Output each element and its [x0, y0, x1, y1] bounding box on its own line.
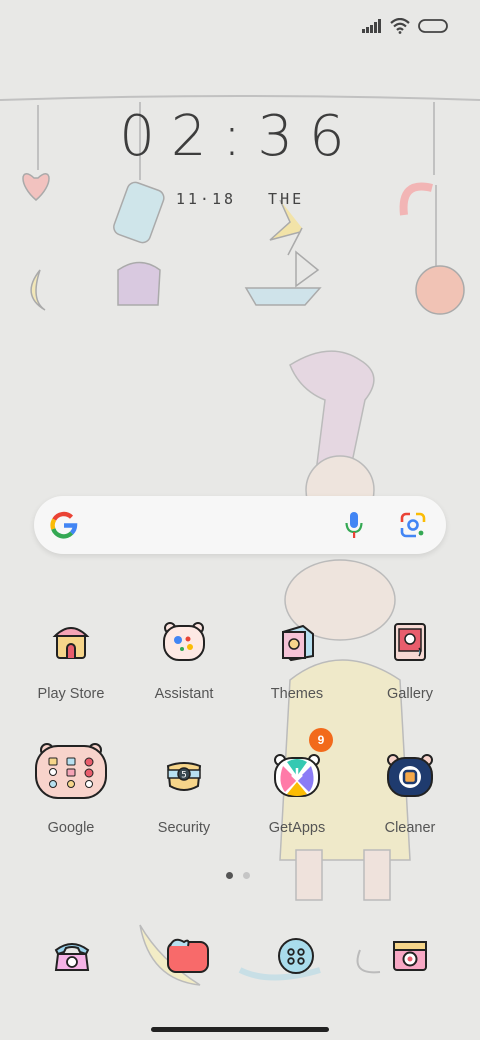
app-drawer-icon — [278, 938, 314, 974]
app-label: Google — [47, 820, 95, 836]
gallery-icon — [386, 618, 434, 666]
app-themes[interactable]: Themes — [241, 618, 353, 702]
date-display[interactable]: 11·18 THE — [0, 190, 480, 208]
camera-icon — [393, 941, 427, 971]
app-label: Security — [157, 820, 211, 836]
microphone-icon[interactable] — [344, 511, 364, 539]
dock-camera[interactable] — [382, 928, 438, 984]
page-dot-1[interactable] — [226, 872, 233, 879]
clock-time[interactable]: 02:36 — [0, 104, 480, 169]
battery-icon — [418, 19, 448, 33]
notification-badge: 9 — [309, 728, 333, 752]
messages-icon — [167, 938, 209, 973]
google-folder-icon — [35, 743, 107, 800]
app-assistant[interactable]: Assistant — [128, 618, 240, 702]
app-label: Cleaner — [384, 820, 436, 836]
app-cleaner[interactable]: Cleaner — [354, 752, 466, 836]
page-dot-2[interactable] — [243, 872, 250, 879]
lens-icon[interactable] — [400, 512, 426, 538]
dock-phone[interactable] — [44, 928, 100, 984]
play-store-icon — [47, 618, 95, 666]
app-label: GetApps — [268, 820, 326, 836]
app-google-folder[interactable]: Google — [15, 743, 127, 836]
status-bar — [362, 14, 450, 38]
assistant-icon — [160, 618, 208, 666]
home-gesture-bar[interactable] — [151, 1027, 329, 1032]
security-icon: 5 — [160, 752, 208, 800]
svg-text:5: 5 — [181, 771, 187, 781]
phone-icon — [54, 943, 90, 971]
date-day: 11·18 — [175, 190, 237, 208]
themes-icon — [273, 618, 321, 666]
app-label: Assistant — [154, 686, 214, 702]
google-g-icon — [50, 511, 78, 539]
google-search-bar[interactable] — [34, 496, 446, 554]
app-play-store[interactable]: Play Store — [15, 618, 127, 702]
app-label: Play Store — [37, 686, 105, 702]
getapps-icon: 9 — [273, 728, 333, 800]
app-label: Themes — [270, 686, 324, 702]
date-weekday: THE — [268, 190, 305, 208]
cleaner-icon — [386, 752, 434, 800]
signal-icon — [362, 19, 381, 33]
dock-messages[interactable] — [162, 928, 218, 984]
dock-app-drawer[interactable] — [268, 928, 324, 984]
app-label: Gallery — [387, 686, 433, 702]
page-indicator[interactable] — [226, 872, 250, 879]
wifi-icon — [390, 18, 410, 34]
app-gallery[interactable]: Gallery — [354, 618, 466, 702]
app-security[interactable]: 5 Security — [128, 752, 240, 836]
app-getapps[interactable]: 9 GetApps — [241, 728, 353, 836]
